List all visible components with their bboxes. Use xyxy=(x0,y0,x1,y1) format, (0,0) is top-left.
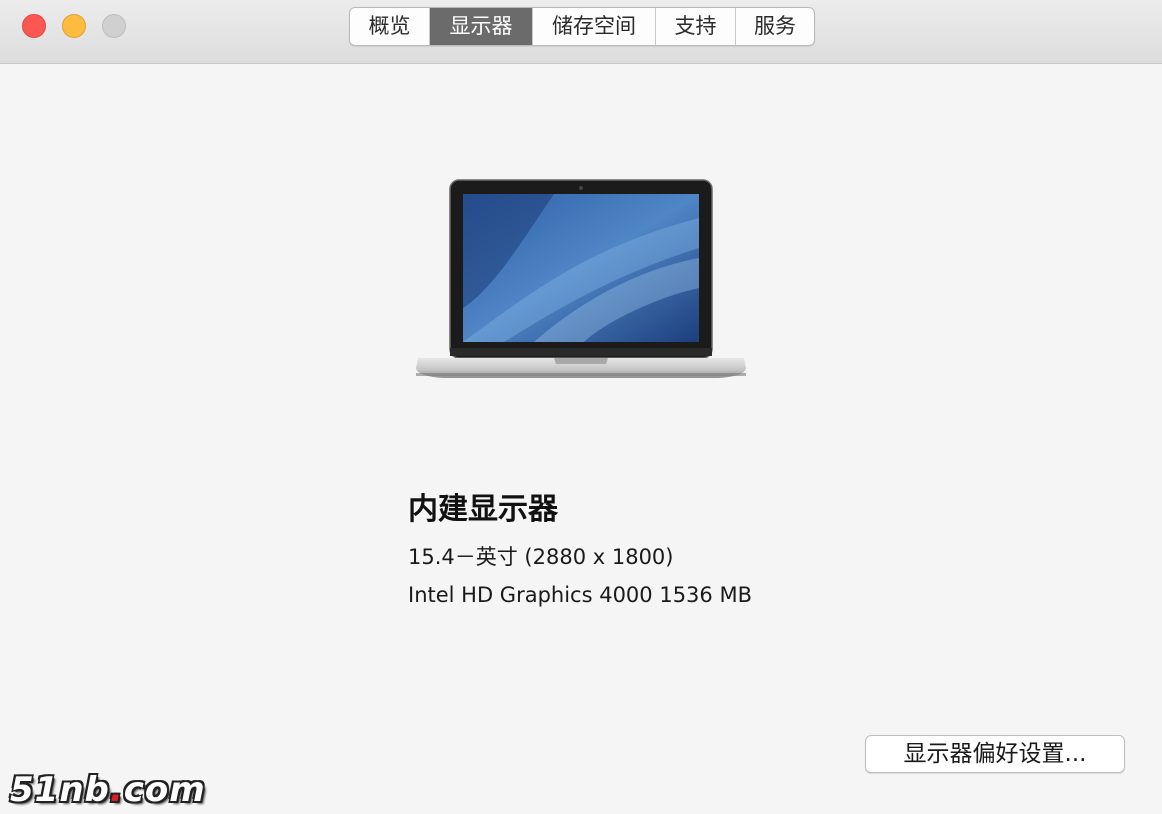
tab-storage[interactable]: 储存空间 xyxy=(533,8,656,45)
title-bar: 概览 显示器 储存空间 支持 服务 xyxy=(0,0,1162,64)
display-preferences-button[interactable]: 显示器偏好设置... xyxy=(865,735,1125,773)
minimize-window-button[interactable] xyxy=(62,14,86,38)
tab-bar: 概览 显示器 储存空间 支持 服务 xyxy=(349,7,815,46)
display-size-resolution: 15.4－英寸 (2880 x 1800) xyxy=(408,545,674,569)
close-window-button[interactable] xyxy=(22,14,46,38)
tab-displays[interactable]: 显示器 xyxy=(430,8,533,45)
tab-service[interactable]: 服务 xyxy=(736,8,814,45)
display-name: 内建显示器 xyxy=(408,492,558,527)
tab-overview[interactable]: 概览 xyxy=(350,8,430,45)
watermark-dot: . xyxy=(109,770,124,810)
watermark-logo: 51nb.com xyxy=(10,770,206,810)
zoom-window-button[interactable] xyxy=(102,14,126,38)
tab-support[interactable]: 支持 xyxy=(656,8,736,45)
watermark-text-before: 51nb xyxy=(10,770,110,810)
laptop-icon xyxy=(416,179,746,378)
graphics-info: Intel HD Graphics 4000 1536 MB xyxy=(408,583,752,607)
watermark-text-after: com xyxy=(123,770,206,810)
